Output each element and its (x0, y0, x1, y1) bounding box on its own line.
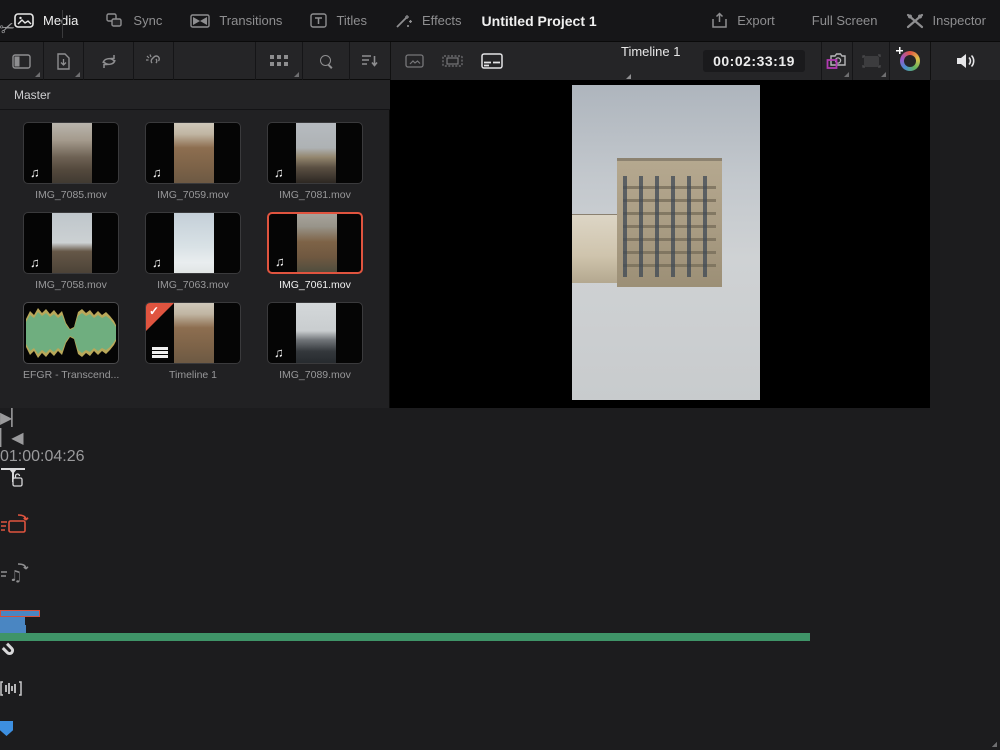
media-clip-audio[interactable]: EFGR - Transcend... (23, 302, 119, 381)
audio-waveform-toggle[interactable] (0, 681, 34, 721)
audio-note-icon: ♫ (274, 166, 284, 179)
tab-label: Media (43, 13, 78, 28)
next-edit-button[interactable]: ▶▏ (0, 408, 34, 428)
color-wheel-icon (900, 51, 920, 71)
effects-icon (395, 13, 413, 29)
export-icon (711, 12, 728, 29)
divider (62, 10, 63, 38)
viewer-toolbar: Timeline 1 00:02:33:19 (390, 42, 930, 80)
resync-media-button[interactable] (84, 42, 134, 80)
tab-effects[interactable]: Effects (381, 0, 476, 41)
timeline-minimap[interactable] (0, 610, 1000, 641)
media-clip[interactable]: ♫ IMG_7089.mov (267, 302, 363, 381)
flag-marker-button[interactable] (0, 721, 32, 750)
timeline-selector[interactable]: Timeline 1 (621, 43, 685, 79)
timeline-selector-label: Timeline 1 (621, 44, 680, 77)
audio-monitor-header[interactable] (930, 42, 1000, 80)
tab-label: Titles (336, 13, 367, 28)
titles-icon (310, 13, 327, 28)
check-icon: ✓ (149, 304, 159, 318)
sort-button[interactable] (350, 42, 390, 80)
audio-note-icon: ♫ (275, 255, 285, 268)
media-clip[interactable]: ♫ IMG_7081.mov (267, 122, 363, 201)
tab-transitions[interactable]: Transitions (176, 0, 296, 41)
media-clip[interactable]: ♫ IMG_7059.mov (145, 122, 241, 201)
top-toolbar: Media Sync Transitions Titles Effects (0, 0, 1000, 42)
source-tape-view-icon[interactable] (442, 54, 463, 68)
video-preview (572, 85, 760, 400)
media-clip-timeline[interactable]: ✓ Timeline 1 (145, 302, 241, 381)
minimap-clip-v1a (0, 617, 25, 625)
view-mode-button[interactable] (256, 42, 303, 80)
prev-edit-button[interactable]: ▏◀ (0, 428, 34, 448)
tab-label: Transitions (219, 13, 282, 28)
tab-titles[interactable]: Titles (296, 0, 381, 41)
clip-name: IMG_7063.mov (145, 279, 241, 291)
timeline-icon (152, 347, 168, 358)
tab-label: Sync (133, 13, 162, 28)
davinci-resolve-ipad-app: Media Sync Transitions Titles Effects (0, 0, 1000, 750)
speed-insert-audio-button[interactable]: ♫ (0, 562, 42, 610)
clip-name: EFGR - Transcend... (23, 369, 119, 381)
clip-name: IMG_7059.mov (145, 189, 241, 201)
media-pool: ♫ IMG_7085.mov ♫ IMG_7059.mov ♫ IMG_7081… (0, 110, 390, 408)
tab-label: Effects (422, 13, 462, 28)
media-clip[interactable]: ♫ IMG_7063.mov (145, 212, 241, 291)
svg-text:♫: ♫ (9, 567, 22, 584)
viewer[interactable] (390, 80, 930, 408)
bin-label: Master (14, 88, 51, 102)
clip-name: Timeline 1 (145, 369, 241, 381)
stills-button[interactable] (852, 42, 889, 80)
timeline-view-icon[interactable] (481, 53, 503, 69)
action-label: Full Screen (812, 13, 878, 28)
audio-waveform-thumb (24, 303, 118, 363)
tab-sync[interactable]: Sync (92, 0, 176, 41)
speaker-icon (955, 52, 977, 70)
media-clip-selected[interactable]: ♫ IMG_7061.mov (267, 212, 363, 291)
search-icon (320, 55, 333, 68)
action-label: Inspector (933, 13, 986, 28)
track-destination-button[interactable] (0, 466, 40, 514)
sync-icon (106, 13, 124, 28)
timeline-tools-row: ♫ (0, 466, 1000, 641)
timeline-timecode: 01:00:04:26 (0, 448, 82, 466)
clip-name: IMG_7081.mov (267, 189, 363, 201)
source-timecode: 00:02:33:19 (703, 50, 805, 72)
clip-name: IMG_7061.mov (267, 279, 363, 291)
fullscreen-button[interactable]: Full Screen (789, 13, 892, 28)
media-clip[interactable]: ♫ IMG_7085.mov (23, 122, 119, 201)
media-icon (14, 13, 34, 28)
color-grade-button[interactable] (889, 42, 930, 80)
minimap-clip-audio (0, 633, 810, 641)
transitions-icon (190, 14, 210, 28)
relink-media-button[interactable] (134, 42, 174, 80)
audio-note-icon: ♫ (152, 256, 162, 269)
clip-name: IMG_7085.mov (23, 189, 119, 201)
media-clip[interactable]: ♫ IMG_7058.mov (23, 212, 119, 291)
timeline-ruler-row: 01:00:02:00 01:00:04:00 01:00:06:00 (0, 641, 1000, 750)
audio-note-icon: ♫ (274, 346, 284, 359)
minimap-clip-v1b (0, 625, 26, 633)
search-button[interactable] (303, 42, 350, 80)
flag-icon (0, 721, 13, 736)
inspector-button[interactable]: Inspector (892, 13, 1000, 29)
audio-note-icon: ♫ (152, 166, 162, 179)
minimap-clip-v2 (0, 610, 40, 617)
audio-note-icon: ♫ (30, 256, 40, 269)
camera-overlay-button[interactable] (821, 42, 852, 80)
snapping-button[interactable] (0, 641, 28, 681)
panel-layout-button[interactable] (0, 42, 44, 80)
bin-header[interactable]: Master (0, 80, 390, 110)
source-clip-view-icon[interactable] (405, 54, 424, 68)
action-label: Export (737, 13, 775, 28)
speed-insert-video-button[interactable] (0, 514, 42, 562)
toolbar-spacer (174, 42, 256, 80)
export-button[interactable]: Export (697, 12, 789, 29)
import-media-button[interactable] (44, 42, 84, 80)
clip-name: IMG_7058.mov (23, 279, 119, 291)
audio-note-icon: ♫ (30, 166, 40, 179)
project-title: Untitled Project 1 (482, 13, 597, 29)
inspector-icon (906, 13, 924, 29)
clip-name: IMG_7089.mov (267, 369, 363, 381)
